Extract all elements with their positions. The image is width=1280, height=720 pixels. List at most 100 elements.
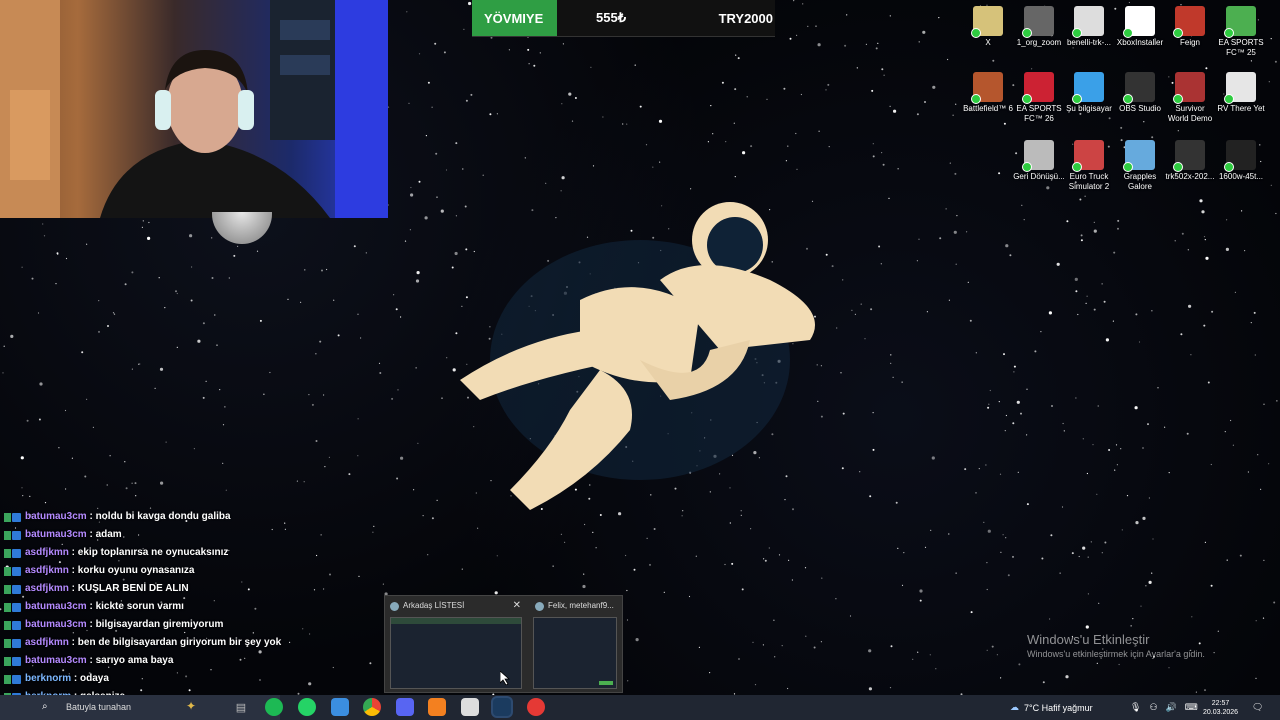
weather-widget[interactable]: ☁ 7°C Hafif yağmur <box>1010 695 1093 720</box>
sync-check-icon <box>1173 28 1183 38</box>
sync-check-icon <box>1173 162 1183 172</box>
whatsapp-icon[interactable] <box>298 698 316 716</box>
thumbnail-preview <box>533 617 617 689</box>
thumbnail-title: Felix, metehanf9... <box>548 601 614 610</box>
desktop-icon-label: Grapples Galore <box>1123 172 1157 191</box>
desktop-icon-label: Şu bilgisayar <box>1066 104 1112 113</box>
desktop-icon[interactable]: RV There Yet <box>1215 72 1267 114</box>
chat-message: asdfjkmn : KUŞLAR BENİ DE ALIN <box>0 580 300 598</box>
app-icon <box>1173 6 1205 38</box>
desktop-icon-label: Feign <box>1179 38 1200 47</box>
platform-badge-icon <box>12 656 21 666</box>
keyboard-icon[interactable]: ⌨ <box>1185 702 1198 713</box>
volume-icon[interactable]: 🔊 <box>1166 702 1177 713</box>
desktop-icon[interactable]: 1_org_zoom <box>1013 6 1065 48</box>
desktop-icon-label: benelli-trk-... <box>1066 38 1111 47</box>
desktop-icon[interactable]: X <box>962 6 1014 48</box>
app-icon <box>1072 140 1104 172</box>
platform-badge-icon <box>12 602 21 612</box>
sync-check-icon <box>1224 28 1234 38</box>
score-value: 555₺ <box>596 10 626 25</box>
chat-text: bilgisayardan giremiyorum <box>95 619 224 630</box>
desktop-icon[interactable]: Geri Dönüşü... <box>1013 140 1065 182</box>
kick-badge-icon <box>4 548 11 558</box>
spotify-icon[interactable] <box>265 698 283 716</box>
chat-message: batumau3cm : noldu bi kavga dondu galiba <box>0 508 300 526</box>
score-target: TRY2000 <box>718 10 773 26</box>
app-icon <box>1123 140 1155 172</box>
sync-check-icon <box>1123 28 1133 38</box>
chat-separator: : <box>86 655 96 666</box>
desktop-icon[interactable]: OBS Studio <box>1114 72 1166 114</box>
kick-badge-icon <box>4 566 11 576</box>
chat-separator: : <box>86 529 96 540</box>
steam-icon <box>390 601 399 611</box>
discord-icon[interactable] <box>396 698 414 716</box>
desktop-icon[interactable]: Grapples Galore <box>1114 140 1166 192</box>
chat-separator: : <box>68 547 78 558</box>
app-icon <box>1173 72 1205 104</box>
chrome-icon[interactable] <box>363 698 381 716</box>
app-icon <box>1022 140 1054 172</box>
desktop-icon[interactable]: Survivor World Demo <box>1164 72 1216 124</box>
kick-badge-icon <box>4 620 11 630</box>
webcam-overlay <box>0 0 388 218</box>
chat-message: batumau3cm : adam <box>0 526 300 544</box>
microphone-icon[interactable]: 🎙 <box>1130 702 1141 713</box>
chat-message: batumau3cm : sarıyo ama baya <box>0 652 300 670</box>
sync-check-icon <box>1022 28 1032 38</box>
desktop-icon-label: XboxInstaller <box>1116 38 1164 47</box>
desktop-icon[interactable]: Feign <box>1164 6 1216 48</box>
clock[interactable]: 22:57 20.03.2026 <box>1203 695 1238 720</box>
chat-overlay: batumau3cm : noldu bi kavga dondu galiba… <box>0 508 300 706</box>
close-icon[interactable]: ✕ <box>513 596 521 616</box>
desktop-icon[interactable]: benelli-trk-... <box>1063 6 1115 48</box>
chat-username: batumau3cm <box>25 601 87 612</box>
chat-message: asdfjkmn : korku oyunu oynasanıza <box>0 562 300 580</box>
sync-check-icon <box>1123 94 1133 104</box>
steam-taskbar-icon[interactable] <box>493 698 511 716</box>
cloudflare-icon[interactable] <box>428 698 446 716</box>
weather-icon: ☁ <box>1010 702 1019 712</box>
desktop-icon[interactable]: Battlefield™ 6 <box>962 72 1014 114</box>
chat-message: asdfjkmn : ekip toplanırsa ne oynucaksın… <box>0 544 300 562</box>
desktop-icon[interactable]: Şu bilgisayar <box>1063 72 1115 114</box>
desktop-icon[interactable]: 1600w-45t... <box>1215 140 1267 182</box>
chat-username: batumau3cm <box>25 511 87 522</box>
app-icon <box>1022 6 1054 38</box>
chat-username: asdfjkmn <box>25 565 69 576</box>
mouse-cursor-icon <box>500 671 510 685</box>
task-view-icon[interactable]: ▤ <box>232 698 250 716</box>
desktop-icon-label: Survivor World Demo <box>1167 104 1213 123</box>
app-taskbar-icon[interactable] <box>527 698 545 716</box>
clock-date: 20.03.2026 <box>1203 708 1239 716</box>
platform-badge-icon <box>12 584 21 594</box>
desktop-icon-label: 1600w-45t... <box>1218 172 1264 181</box>
network-icon[interactable]: ⚇ <box>1149 702 1157 713</box>
kick-badge-icon <box>4 656 11 666</box>
desktop-icon[interactable]: XboxInstaller <box>1114 6 1166 48</box>
platform-badge-icon <box>12 566 21 576</box>
chat-text: ekip toplanırsa ne oynucaksınız <box>77 547 229 558</box>
thumbnail-chat[interactable]: Felix, metehanf9... <box>530 596 622 692</box>
desktop-icon[interactable]: trk502x-202... <box>1164 140 1216 182</box>
chat-separator: : <box>86 601 96 612</box>
taskbar: ⌕ Batuyla tunahan ✦ ▤ ☁ 7°C Hafif yağmur… <box>0 695 1280 720</box>
activation-title: Windows'u Etkinleştir <box>1027 632 1150 647</box>
chat-text: sarıyo ama baya <box>95 655 174 666</box>
sync-check-icon <box>1224 162 1234 172</box>
notification-icon[interactable]: 🗨 <box>1252 695 1263 720</box>
chat-text: ben de bilgisayardan giriyorum bir şey y… <box>77 637 282 648</box>
kick-badge-icon <box>4 674 11 684</box>
kick-badge-icon <box>4 584 11 594</box>
desktop-icon-label: trk502x-202... <box>1165 172 1215 181</box>
desktop-icon[interactable]: EA SPORTS FC™ 26 <box>1013 72 1065 124</box>
platform-badge-icon <box>12 620 21 630</box>
desktop-icon-label: EA SPORTS FC™ 26 <box>1016 104 1062 123</box>
desktop-icon[interactable]: EA SPORTS FC™ 25 <box>1215 6 1267 58</box>
desktop-icon[interactable]: Euro Truck Simulator 2 <box>1063 140 1115 192</box>
clock-time: 22:57 <box>1211 699 1230 707</box>
obs-icon[interactable] <box>461 698 479 716</box>
files-icon[interactable] <box>331 698 349 716</box>
desktop-icon-label: EA SPORTS FC™ 25 <box>1218 38 1264 57</box>
